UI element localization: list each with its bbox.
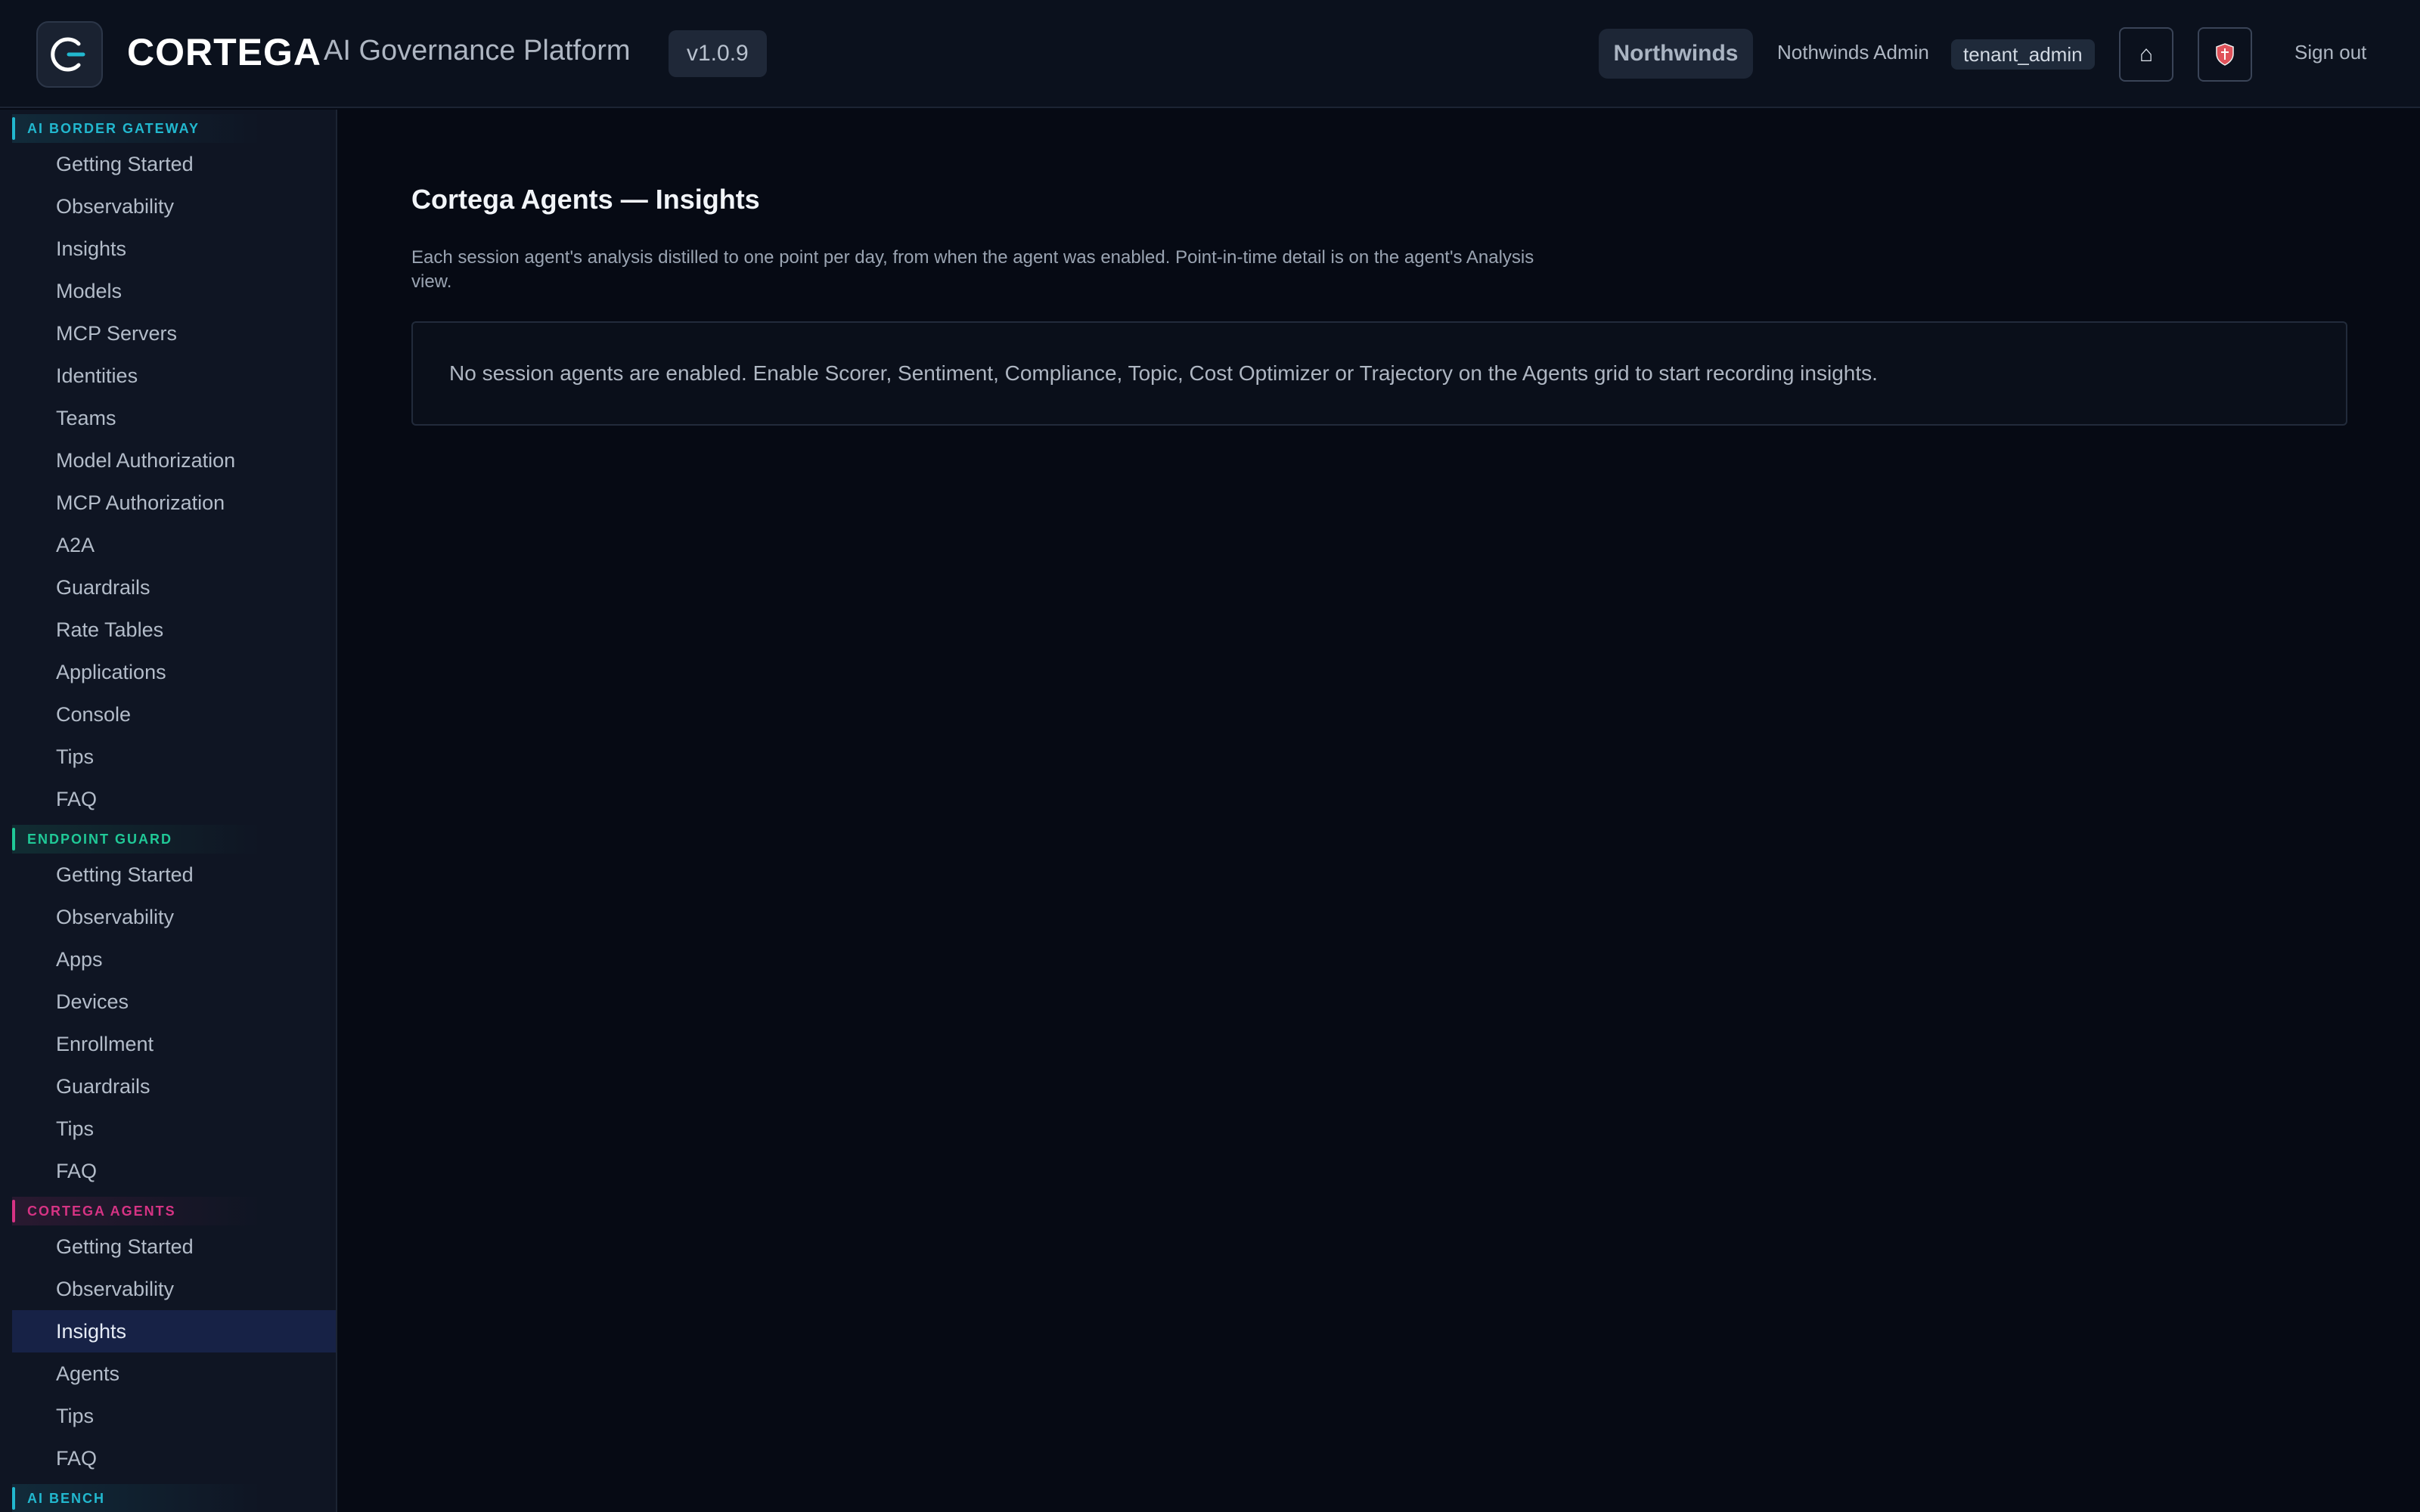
home-button[interactable]: ⌂ bbox=[2119, 27, 2173, 82]
version-badge: v1.0.9 bbox=[669, 30, 767, 77]
sidebar-item-observability[interactable]: Observability bbox=[12, 896, 336, 938]
sidebar-item-insights[interactable]: Insights bbox=[12, 1310, 336, 1352]
sidebar-item-identities[interactable]: Identities bbox=[12, 355, 336, 397]
section-accent-bar bbox=[12, 1487, 15, 1510]
sidebar-section-title: CORTEGA AGENTS bbox=[27, 1203, 176, 1219]
sidebar-item-a2a[interactable]: A2A bbox=[12, 524, 336, 566]
user-name: Nothwinds Admin bbox=[1777, 41, 1929, 64]
sidebar-item-getting-started[interactable]: Getting Started bbox=[12, 854, 336, 896]
sidebar-item-tips[interactable]: Tips bbox=[12, 1395, 336, 1437]
sidebar-item-guardrails[interactable]: Guardrails bbox=[12, 566, 336, 609]
role-badge: tenant_admin bbox=[1951, 39, 2095, 70]
sidebar-section-header: AI BENCH bbox=[12, 1484, 324, 1512]
sidebar-item-faq[interactable]: FAQ bbox=[12, 1437, 336, 1479]
tenant-selector-button[interactable]: Northwinds bbox=[1599, 29, 1753, 79]
platform-name: AI Governance Platform bbox=[324, 35, 631, 67]
sidebar-section-header: AI BORDER GATEWAY bbox=[12, 114, 324, 143]
sidebar-item-models[interactable]: Models bbox=[12, 270, 336, 312]
sidebar-item-faq[interactable]: FAQ bbox=[12, 1150, 336, 1192]
sidebar-section-title: ENDPOINT GUARD bbox=[27, 831, 173, 847]
sidebar-item-enrollment[interactable]: Enrollment bbox=[12, 1023, 336, 1065]
sidebar-item-getting-started[interactable]: Getting Started bbox=[12, 1225, 336, 1268]
sidebar-item-teams[interactable]: Teams bbox=[12, 397, 336, 439]
page-title: Cortega Agents — Insights bbox=[411, 184, 760, 215]
sign-out-link[interactable]: Sign out bbox=[2294, 41, 2366, 64]
sidebar-section-header: CORTEGA AGENTS bbox=[12, 1197, 324, 1225]
sidebar-item-apps[interactable]: Apps bbox=[12, 938, 336, 981]
sidebar-item-mcp-servers[interactable]: MCP Servers bbox=[12, 312, 336, 355]
main-content: Cortega Agents — Insights Each session a… bbox=[339, 110, 2420, 1512]
sidebar-item-mcp-authorization[interactable]: MCP Authorization bbox=[12, 482, 336, 524]
sidebar-item-applications[interactable]: Applications bbox=[12, 651, 336, 693]
sidebar-item-insights[interactable]: Insights bbox=[12, 228, 336, 270]
sidebar-item-faq[interactable]: FAQ bbox=[12, 778, 336, 820]
home-icon: ⌂ bbox=[2139, 42, 2154, 67]
empty-state-message: No session agents are enabled. Enable Sc… bbox=[449, 361, 1878, 385]
sidebar-item-devices[interactable]: Devices bbox=[12, 981, 336, 1023]
logo[interactable] bbox=[36, 21, 103, 88]
empty-state-card: No session agents are enabled. Enable Sc… bbox=[411, 321, 2347, 426]
sidebar-section-title: AI BENCH bbox=[27, 1490, 106, 1506]
top-bar: CORTEGA AI Governance Platform v1.0.9 No… bbox=[0, 0, 2420, 108]
shield-icon bbox=[2216, 43, 2234, 66]
sidebar-item-rate-tables[interactable]: Rate Tables bbox=[12, 609, 336, 651]
sidebar-item-observability[interactable]: Observability bbox=[12, 185, 336, 228]
sidebar-section-title: AI BORDER GATEWAY bbox=[27, 120, 200, 136]
brand-name: CORTEGA bbox=[127, 31, 321, 73]
sidebar-item-agents[interactable]: Agents bbox=[12, 1352, 336, 1395]
cortega-logo-icon bbox=[51, 37, 85, 72]
sidebar-item-getting-started[interactable]: Getting Started bbox=[12, 143, 336, 185]
sidebar-section-header: ENDPOINT GUARD bbox=[12, 825, 324, 854]
page-description: Each session agent's analysis distilled … bbox=[411, 247, 1534, 292]
sidebar-item-observability[interactable]: Observability bbox=[12, 1268, 336, 1310]
sidebar-item-guardrails[interactable]: Guardrails bbox=[12, 1065, 336, 1108]
sidebar: AI BORDER GATEWAY Getting Started Observab… bbox=[0, 110, 337, 1512]
shield-button[interactable] bbox=[2198, 27, 2252, 82]
sidebar-item-console[interactable]: Console bbox=[12, 693, 336, 736]
sidebar-item-tips[interactable]: Tips bbox=[12, 1108, 336, 1150]
sidebar-item-tips[interactable]: Tips bbox=[12, 736, 336, 778]
sidebar-item-model-authorization[interactable]: Model Authorization bbox=[12, 439, 336, 482]
section-accent-bar bbox=[12, 1200, 15, 1222]
section-accent-bar bbox=[12, 117, 15, 140]
section-accent-bar bbox=[12, 828, 15, 850]
